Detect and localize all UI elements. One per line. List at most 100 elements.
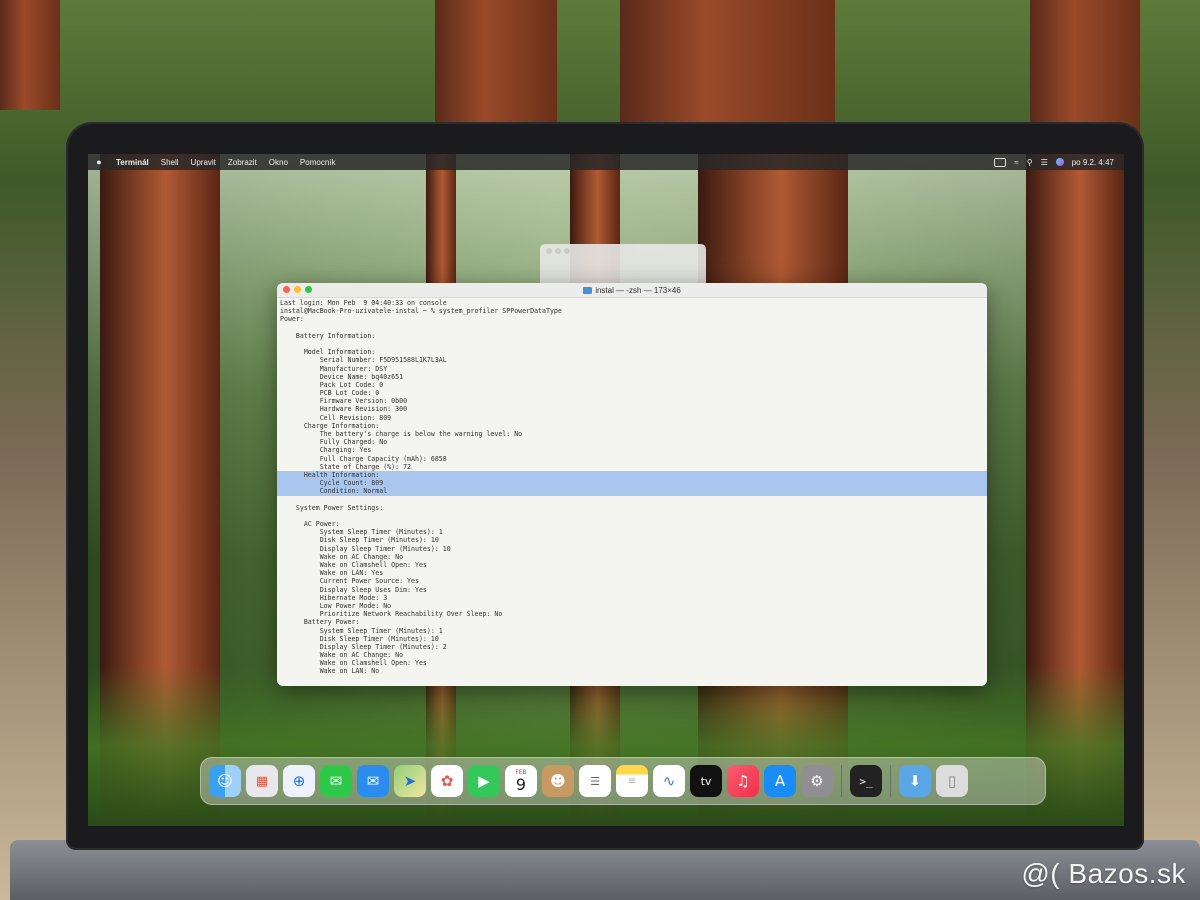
dock-separator <box>841 765 842 797</box>
tree-trunk <box>620 0 835 135</box>
terminal-line: Device Name: bq40z651 <box>280 372 404 381</box>
terminal-line: Charging: Yes <box>280 446 372 455</box>
screen: ● Terminál Shell Upravit Zobrazit Okno P… <box>88 154 1124 826</box>
background-window[interactable] <box>540 244 706 284</box>
reminders-icon[interactable]: ☰ <box>579 765 611 797</box>
mail-icon[interactable]: ✉ <box>357 765 389 797</box>
zoom-button[interactable] <box>305 286 312 293</box>
terminal-line: Full Charge Capacity (mAh): 6858 <box>280 454 447 463</box>
menu-window[interactable]: Okno <box>263 158 294 167</box>
terminal-line: Disk Sleep Timer (Minutes): 10 <box>280 634 439 643</box>
terminal-line: Wake on Clamshell Open: Yes <box>280 561 427 569</box>
terminal-line: The battery's charge is below the warnin… <box>280 430 523 438</box>
trash-icon[interactable]: ▯ <box>936 765 968 797</box>
launchpad-icon[interactable]: ▦ <box>246 765 278 797</box>
contacts-icon[interactable]: ☻ <box>542 765 574 797</box>
menu-clock[interactable]: po 9.2. 4:47 <box>1072 158 1114 167</box>
wifi-icon[interactable]: ≈ <box>1014 158 1018 167</box>
facetime-icon[interactable]: ▶ <box>468 765 500 797</box>
safari-icon[interactable]: ⊕ <box>283 765 315 797</box>
dock-separator <box>890 765 891 797</box>
terminal-line: Power: <box>280 315 304 324</box>
terminal-line: Display Sleep Timer (Minutes): 2 <box>280 642 447 651</box>
apple-menu-icon[interactable]: ● <box>88 157 110 167</box>
terminal-line: Last login: Mon Feb 9 04:40:33 on consol… <box>280 299 447 307</box>
terminal-line: Model Information: <box>280 348 376 357</box>
photos-icon[interactable]: ✿ <box>431 765 463 797</box>
downloads-icon[interactable]: ⬇ <box>899 765 931 797</box>
terminal-line: System Sleep Timer (Minutes): 1 <box>280 626 443 635</box>
terminal-line: Current Power Source: Yes <box>280 577 419 586</box>
terminal-line: Wake on AC Change: No <box>280 552 404 561</box>
system-settings-icon[interactable]: ⚙ <box>801 765 833 797</box>
terminal-line: Display Sleep Timer (Minutes): 10 <box>280 544 451 553</box>
calendar-icon[interactable]: FEB 9 <box>505 765 537 797</box>
folder-icon <box>583 286 593 294</box>
terminal-line: System Sleep Timer (Minutes): 1 <box>280 528 443 537</box>
minimize-button[interactable] <box>294 286 301 293</box>
terminal-window[interactable]: instal — -zsh — 173×46 Last login: Mon F… <box>277 283 987 686</box>
maps-icon[interactable]: ➤ <box>394 765 426 797</box>
terminal-line: Cell Revision: 809 <box>280 413 392 422</box>
terminal-titlebar[interactable]: instal — -zsh — 173×46 <box>277 283 987 298</box>
terminal-line: Charge Information: <box>280 421 380 430</box>
terminal-line: Serial Number: F5D951588L1K7L3AL <box>280 356 447 365</box>
status-area: ≈ ⚲ ☰ po 9.2. 4:47 <box>994 157 1124 167</box>
terminal-line: Prioritize Network Reachability Over Sle… <box>280 610 503 619</box>
terminal-line: Condition: Normal <box>277 487 987 496</box>
terminal-line: System Power Settings: <box>280 503 384 512</box>
freeform-icon[interactable]: ∿ <box>653 765 685 797</box>
menu-help[interactable]: Pomocník <box>294 158 342 167</box>
messages-icon[interactable]: ✉ <box>320 765 352 797</box>
apple-tv-label: tv <box>700 774 712 788</box>
window-controls <box>546 248 570 254</box>
battery-icon[interactable] <box>994 157 1007 167</box>
app-store-icon[interactable]: A <box>764 765 796 797</box>
terminal-line: Manufacturer: DSY <box>280 364 388 373</box>
terminal-line: AC Power: <box>280 520 340 529</box>
control-center-icon[interactable]: ☰ <box>1041 158 1048 167</box>
finder-icon[interactable]: ☺ <box>209 765 241 797</box>
watermark: @( Bazos.sk <box>1021 858 1186 889</box>
dock: ☺ ▦ ⊕ ✉ ✉ ➤ ✿ ▶ FEB 9 ☻ ☰ ≡ ∿ tv ♫ A ⚙ >… <box>200 757 1046 805</box>
terminal-line: Hibernate Mode: 3 <box>280 593 388 602</box>
terminal-line: State of Charge (%): 72 <box>280 462 412 471</box>
terminal-line: Wake on LAN: No <box>280 667 380 676</box>
calendar-day: 9 <box>515 774 527 794</box>
terminal-line: Pack Lot Code: 0 <box>280 380 384 389</box>
tree-trunk <box>435 0 557 130</box>
terminal-line: Wake on LAN: Yes <box>280 569 384 578</box>
terminal-line: instal@MacBook-Pro-uzivatele-instal ~ % … <box>280 307 562 316</box>
menu-shell[interactable]: Shell <box>155 158 185 167</box>
apple-tv-icon[interactable]: tv <box>690 765 722 797</box>
music-icon[interactable]: ♫ <box>727 765 759 797</box>
siri-icon[interactable] <box>1055 158 1064 166</box>
terminal-line: Fully Charged: No <box>280 438 388 447</box>
menu-view[interactable]: Zobrazit <box>222 158 263 167</box>
menu-edit[interactable]: Upravit <box>185 158 222 167</box>
terminal-line: Battery Information: <box>280 331 376 340</box>
notes-icon[interactable]: ≡ <box>616 765 648 797</box>
terminal-icon[interactable]: >_ <box>850 765 882 797</box>
terminal-line: Battery Power: <box>280 618 360 627</box>
terminal-line: Disk Sleep Timer (Minutes): 10 <box>280 536 439 545</box>
window-title: instal — -zsh — 173×46 <box>583 286 681 295</box>
terminal-line: Firmware Version: 0b00 <box>280 397 408 406</box>
terminal-line: Low Power Mode: No <box>280 601 392 610</box>
spotlight-search-icon[interactable]: ⚲ <box>1027 158 1033 167</box>
close-button[interactable] <box>283 286 290 293</box>
terminal-line: PCB Lot Code: 0 <box>280 389 380 398</box>
terminal-output[interactable]: Last login: Mon Feb 9 04:40:33 on consol… <box>277 298 987 677</box>
window-title-text: instal — -zsh — 173×46 <box>595 285 681 295</box>
terminal-line: Wake on AC Change: No <box>280 651 404 660</box>
menu-bar: ● Terminál Shell Upravit Zobrazit Okno P… <box>88 154 1124 170</box>
terminal-line: Wake on Clamshell Open: Yes <box>280 659 427 668</box>
terminal-line: Cycle Count: 809 <box>277 479 987 488</box>
menu-terminal[interactable]: Terminál <box>110 158 155 167</box>
window-controls <box>283 286 312 293</box>
terminal-line: Health Information: <box>277 470 987 480</box>
